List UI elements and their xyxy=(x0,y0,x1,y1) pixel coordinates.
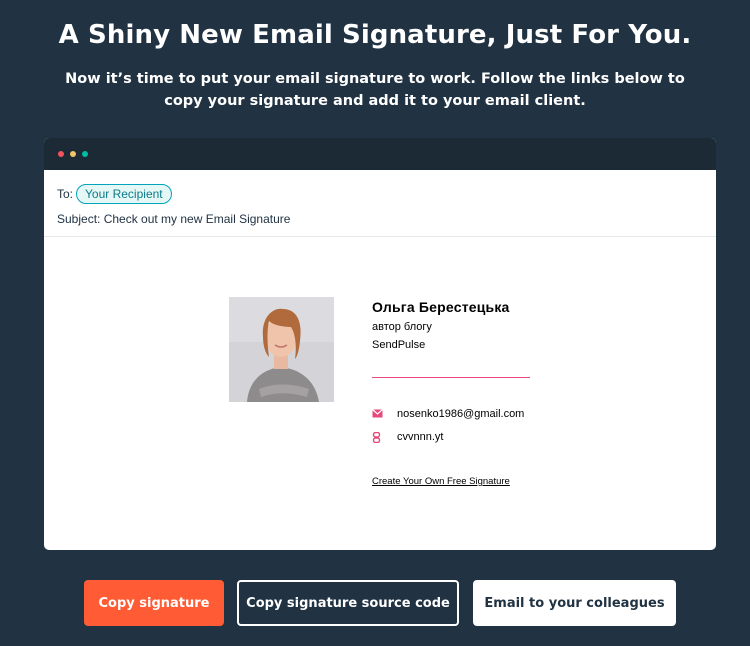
signature-role: автор блогу xyxy=(372,321,432,333)
mail-icon xyxy=(372,409,383,419)
to-label: To: xyxy=(57,187,74,201)
to-row: To: Your Recipient xyxy=(57,184,172,204)
window-dot-yellow-icon xyxy=(70,151,76,157)
signature-divider xyxy=(372,377,530,378)
signature-preview: Ольга Берестецька автор блогу SendPulse … xyxy=(44,237,716,550)
signature-name: Ольга Берестецька xyxy=(372,299,510,315)
email-colleagues-button[interactable]: Email to your colleagues xyxy=(473,580,676,626)
window-dot-red-icon xyxy=(58,151,64,157)
email-preview-window: To: Your Recipient Subject: Check out my… xyxy=(44,138,716,550)
signature-company: SendPulse xyxy=(372,339,426,351)
signature-website[interactable]: cvvnnn.yt xyxy=(397,431,443,443)
window-titlebar xyxy=(44,138,716,170)
copy-signature-button[interactable]: Copy signature xyxy=(84,580,224,626)
profile-photo xyxy=(229,297,334,402)
link-icon xyxy=(372,431,383,444)
signature-email-row: nosenko1986@gmail.com xyxy=(372,408,524,420)
signature-website-row: cvvnnn.yt xyxy=(372,431,443,444)
recipient-chip: Your Recipient xyxy=(76,184,172,204)
profile-photo-illustration xyxy=(229,297,334,402)
copy-source-code-button[interactable]: Copy signature source code xyxy=(237,580,459,626)
signature-email[interactable]: nosenko1986@gmail.com xyxy=(397,408,524,420)
page-subline: Now it’s time to put your email signatur… xyxy=(65,71,685,109)
subject-line: Subject: Check out my new Email Signatur… xyxy=(57,212,291,226)
create-signature-link[interactable]: Create Your Own Free Signature xyxy=(372,476,510,487)
page-headline: A Shiny New Email Signature, Just For Yo… xyxy=(58,20,692,50)
window-dot-green-icon xyxy=(82,151,88,157)
email-header: To: Your Recipient Subject: Check out my… xyxy=(44,170,716,237)
